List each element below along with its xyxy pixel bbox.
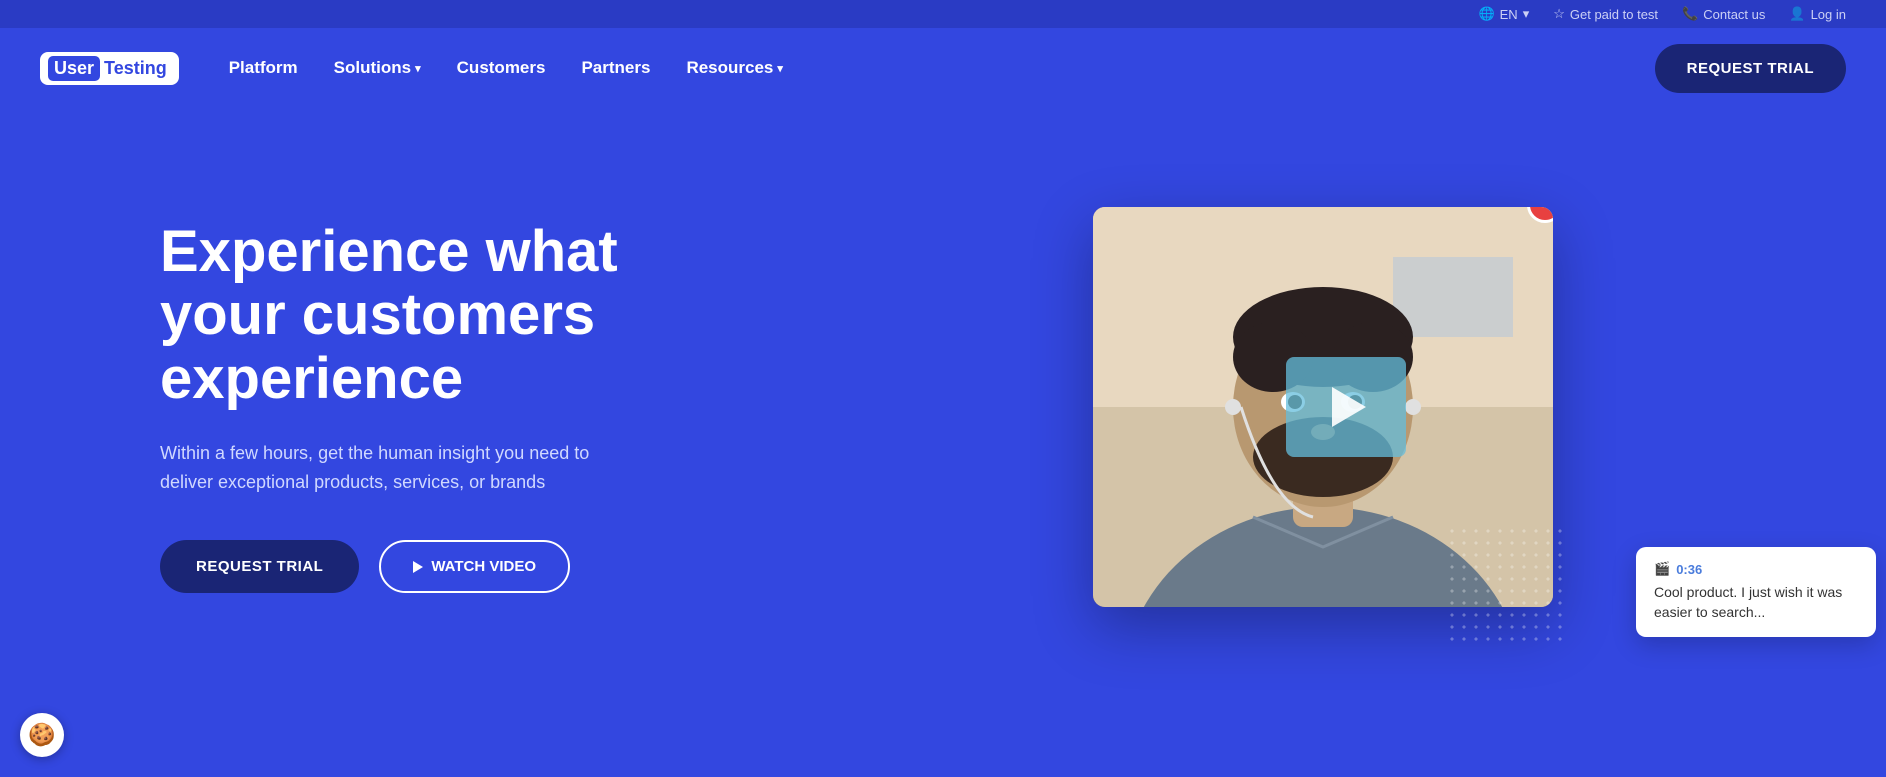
nav-customers[interactable]: Customers bbox=[457, 58, 546, 78]
hero-subtext: Within a few hours, get the human insigh… bbox=[160, 439, 640, 497]
contact-link[interactable]: 📞 Contact us bbox=[1682, 6, 1765, 22]
nav-platform[interactable]: Platform bbox=[229, 58, 298, 78]
comment-bubble: 🎬 0:36 Cool product. I just wish it was … bbox=[1636, 547, 1876, 636]
navbar-cta-button[interactable]: REQUEST TRIAL bbox=[1655, 44, 1846, 93]
user-icon: 👤 bbox=[1789, 6, 1805, 22]
chevron-down-icon: ▾ bbox=[415, 62, 421, 75]
nav-resources[interactable]: Resources ▾ bbox=[686, 58, 782, 78]
hero-buttons: REQUEST TRIAL WATCH VIDEO bbox=[160, 540, 720, 593]
chevron-down-icon: ▾ bbox=[777, 62, 783, 75]
hero-text-block: Experience what your customers experienc… bbox=[160, 220, 720, 594]
hero-headline: Experience what your customers experienc… bbox=[160, 220, 720, 411]
language-selector[interactable]: 🌐 EN ▾ bbox=[1478, 6, 1529, 22]
hero-image-area: 🎬 0:36 Cool product. I just wish it was … bbox=[800, 207, 1846, 607]
star-icon: ☆ bbox=[1553, 6, 1565, 22]
nav-links: Platform Solutions ▾ Customers Partners … bbox=[229, 58, 1655, 78]
nav-solutions[interactable]: Solutions ▾ bbox=[334, 58, 421, 78]
video-clip-icon: 🎬 bbox=[1654, 561, 1670, 577]
cookie-consent-button[interactable]: 🍪 bbox=[20, 713, 64, 757]
phone-icon: 📞 bbox=[1682, 6, 1698, 22]
video-play-overlay[interactable] bbox=[1286, 357, 1406, 457]
hero-watch-video-button[interactable]: WATCH VIDEO bbox=[379, 540, 570, 593]
hero-request-trial-button[interactable]: REQUEST TRIAL bbox=[160, 540, 359, 593]
navbar: User Testing Platform Solutions ▾ Custom… bbox=[0, 28, 1886, 108]
get-paid-link[interactable]: ☆ Get paid to test bbox=[1553, 6, 1658, 22]
logo-testing-text: Testing bbox=[100, 56, 171, 81]
hero-section: Experience what your customers experienc… bbox=[0, 108, 1886, 705]
play-icon bbox=[413, 561, 423, 573]
play-icon bbox=[1332, 387, 1366, 427]
globe-icon: 🌐 bbox=[1478, 6, 1494, 22]
nav-partners[interactable]: Partners bbox=[581, 58, 650, 78]
logo[interactable]: User Testing bbox=[40, 52, 179, 85]
video-card[interactable] bbox=[1093, 207, 1553, 607]
utility-bar: 🌐 EN ▾ ☆ Get paid to test 📞 Contact us 👤… bbox=[0, 0, 1886, 28]
comment-timestamp: 🎬 0:36 bbox=[1654, 561, 1858, 577]
comment-text: Cool product. I just wish it was easier … bbox=[1654, 583, 1858, 622]
logo-user-text: User bbox=[48, 56, 100, 81]
cookie-icon: 🍪 bbox=[28, 722, 55, 748]
chevron-down-icon: ▾ bbox=[1523, 6, 1530, 22]
login-link[interactable]: 👤 Log in bbox=[1789, 6, 1846, 22]
